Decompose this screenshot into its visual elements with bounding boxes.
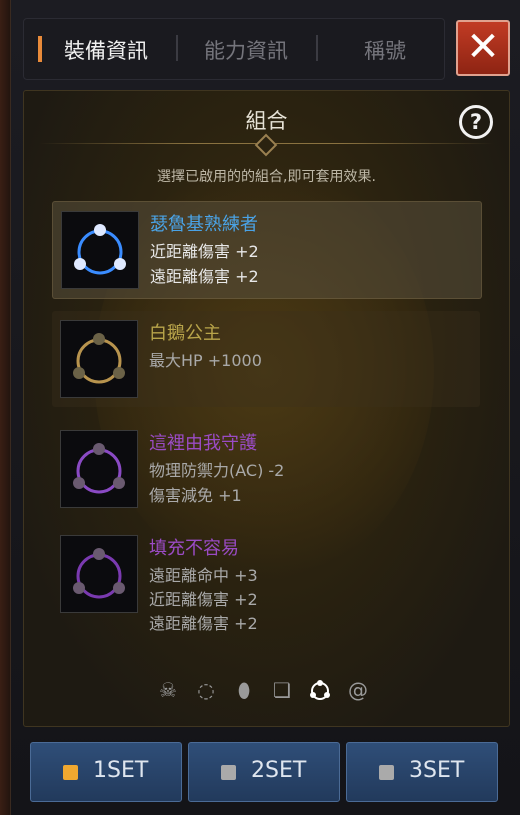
set-name: 白鵝公主 [149,323,221,344]
close-icon: ✕ [466,24,500,70]
tab-divider [176,35,178,61]
set-marker [379,765,394,780]
set-effect: 遠距離傷害 +2 [150,267,259,286]
set-filter-icons: ☠ ◌ ⬮ ❏ @ [154,676,384,706]
close-button[interactable]: ✕ [456,20,510,76]
set-1-button[interactable]: 1SET [30,742,182,802]
set-icon-frame [61,211,139,289]
set-2-button[interactable]: 2SET [188,742,340,802]
necklace-icon[interactable]: ◌ [192,676,220,704]
gem-icon[interactable]: ⬮ [230,676,258,704]
set-name: 這裡由我守護 [149,433,257,454]
set-icon-frame [60,430,138,508]
set-3-button[interactable]: 3SET [346,742,498,802]
title-ornament [254,133,278,157]
set-effect: 傷害減免 +1 [149,486,242,505]
set-item[interactable]: 白鵝公主 最大HP +1000 [52,311,480,407]
set-effect: 遠距離命中 +3 [149,566,258,585]
set-item[interactable]: 瑟魯基熟練者 近距離傷害 +2 遠距離傷害 +2 [52,201,482,299]
set-name: 瑟魯基熟練者 [150,214,258,235]
set-effect: 近距離傷害 +2 [150,242,259,261]
set-name: 填充不容易 [149,538,239,559]
set-icon-frame [60,320,138,398]
set-ring-icon [74,224,126,275]
set-item[interactable]: 填充不容易 遠距離命中 +3 近距離傷害 +2 遠距離傷害 +2 [52,526,480,646]
skull-crossbones-icon[interactable]: ☠ [154,676,182,704]
set-panel: 組合 ? 選擇已啟用的的組合,即可套用效果. 瑟魯基熟練者 近距離傷害 +2 遠… [23,90,510,727]
panel-instruction: 選擇已啟用的的組合,即可套用效果. [157,169,376,185]
set-effect: 最大HP +1000 [149,351,262,370]
tab-divider [316,35,318,61]
set-effect: 遠距離傷害 +2 [149,614,258,633]
tab-bar: 裝備資訊 能力資訊 稱號 [23,18,445,80]
swirl-icon[interactable]: @ [344,676,372,704]
set-marker [221,765,236,780]
set-ring-icon [73,548,125,599]
set-effect: 物理防禦力(AC) -2 [149,461,285,480]
set-item[interactable]: 這裡由我守護 物理防禦力(AC) -2 傷害減免 +1 [52,421,480,517]
set-ring-icon [73,443,125,494]
set-button-label: 1SET [93,758,149,783]
set-icon-frame [60,535,138,613]
tab-title[interactable]: 稱號 [364,35,406,65]
panel-title: 組合 [245,109,288,133]
set-marker [63,765,78,780]
scroll-icon[interactable]: ❏ [268,676,296,704]
help-icon[interactable]: ? [459,105,493,139]
tab-equipment-info[interactable]: 裝備資訊 [64,35,148,65]
set-button-label: 3SET [409,758,465,783]
set-ring-icon[interactable] [306,676,334,704]
tab-ability-info[interactable]: 能力資訊 [204,35,288,65]
active-tab-marker [38,36,42,62]
set-button-label: 2SET [251,758,307,783]
set-effect: 近距離傷害 +2 [149,590,258,609]
set-ring-icon [73,333,125,384]
